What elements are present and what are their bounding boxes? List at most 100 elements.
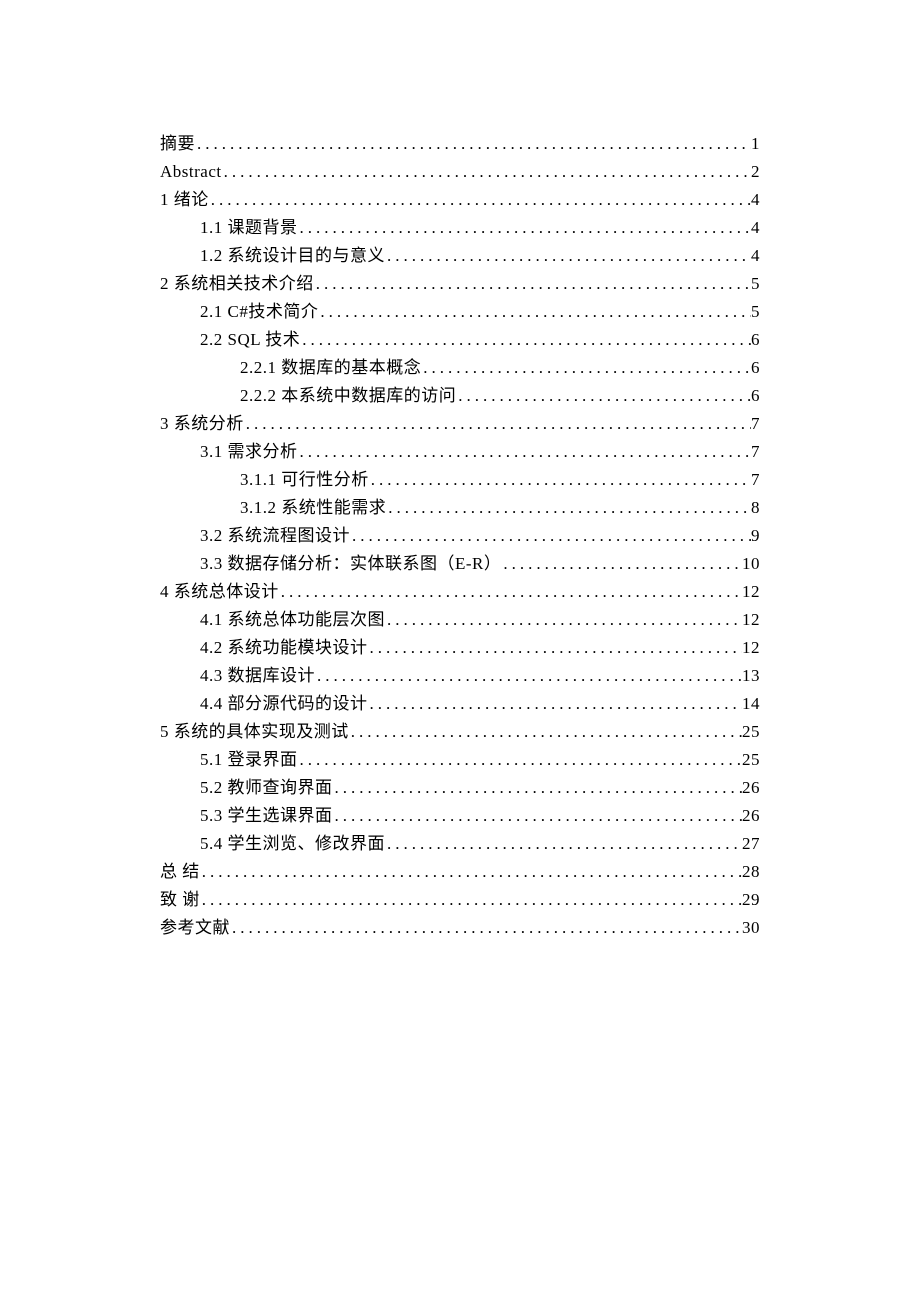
- toc-leader-dots: [195, 130, 751, 158]
- toc-entry-page: 2: [751, 158, 760, 186]
- toc-entry: 5.3 学生选课界面 26: [160, 802, 760, 830]
- toc-entry-page: 9: [751, 522, 760, 550]
- toc-entry-title: 致 谢: [160, 886, 200, 914]
- toc-entry-title: 3 系统分析: [160, 410, 244, 438]
- toc-leader-dots: [333, 802, 743, 830]
- toc-entry: 总 结 28: [160, 858, 760, 886]
- toc-entry-title: 4.4 部分源代码的设计: [200, 690, 368, 718]
- toc-entry-page: 1: [751, 130, 760, 158]
- toc-entry: 致 谢 29: [160, 886, 760, 914]
- toc-entry: 4.2 系统功能模块设计 12: [160, 634, 760, 662]
- toc-leader-dots: [279, 578, 742, 606]
- toc-entry: 4.4 部分源代码的设计 14: [160, 690, 760, 718]
- toc-leader-dots: [298, 214, 752, 242]
- toc-entry-title: 2.1 C#技术简介: [200, 298, 318, 326]
- toc-leader-dots: [244, 410, 751, 438]
- toc-entry-title: 3.1.2 系统性能需求: [240, 494, 386, 522]
- toc-entry-page: 10: [742, 550, 760, 578]
- toc-entry-title: 4.2 系统功能模块设计: [200, 634, 368, 662]
- toc-entry-title: 3.1 需求分析: [200, 438, 298, 466]
- toc-entry: 1.2 系统设计目的与意义 4: [160, 242, 760, 270]
- toc-entry-title: 5.3 学生选课界面: [200, 802, 333, 830]
- toc-entry-title: 5 系统的具体实现及测试: [160, 718, 349, 746]
- toc-entry-page: 7: [751, 410, 760, 438]
- toc-entry: 2.2.1 数据库的基本概念 6: [160, 354, 760, 382]
- toc-entry: 摘要 1: [160, 130, 760, 158]
- toc-entry-title: 1 绪论: [160, 186, 209, 214]
- toc-entry-page: 12: [742, 578, 760, 606]
- toc-entry: 2.2.2 本系统中数据库的访问 6: [160, 382, 760, 410]
- toc-entry-title: 1.2 系统设计目的与意义: [200, 242, 385, 270]
- toc-entry-page: 25: [742, 746, 760, 774]
- toc-entry: 4 系统总体设计 12: [160, 578, 760, 606]
- toc-leader-dots: [298, 746, 743, 774]
- toc-entry-page: 5: [751, 298, 760, 326]
- toc-entry-title: 3.1.1 可行性分析: [240, 466, 369, 494]
- toc-entry-page: 25: [742, 718, 760, 746]
- table-of-contents: 摘要 1 Abstract 2 1 绪论 4 1.1 课题背景 4 1.2 系统设计目的与意义 4…: [160, 130, 760, 942]
- toc-entry: 1.1 课题背景 4: [160, 214, 760, 242]
- toc-leader-dots: [385, 242, 751, 270]
- toc-leader-dots: [222, 158, 751, 186]
- toc-entry-title: 3.3 数据存储分析：实体联系图（E-R）: [200, 550, 501, 578]
- toc-entry-page: 12: [742, 606, 760, 634]
- toc-entry-title: 4.1 系统总体功能层次图: [200, 606, 385, 634]
- toc-leader-dots: [350, 522, 751, 550]
- toc-leader-dots: [300, 326, 751, 354]
- toc-entry-title: 摘要: [160, 130, 195, 158]
- toc-entry-page: 29: [742, 886, 760, 914]
- toc-entry: 3 系统分析 7: [160, 410, 760, 438]
- toc-entry: Abstract 2: [160, 158, 760, 186]
- toc-entry-page: 6: [751, 354, 760, 382]
- toc-leader-dots: [369, 466, 751, 494]
- toc-leader-dots: [501, 550, 742, 578]
- toc-entry-page: 13: [742, 662, 760, 690]
- toc-entry-title: Abstract: [160, 158, 222, 186]
- toc-leader-dots: [421, 354, 751, 382]
- toc-entry-page: 4: [751, 186, 760, 214]
- toc-entry-title: 4 系统总体设计: [160, 578, 279, 606]
- toc-leader-dots: [200, 886, 742, 914]
- toc-entry-title: 2.2 SQL 技术: [200, 326, 300, 354]
- toc-entry-page: 12: [742, 634, 760, 662]
- toc-entry-title: 参考文献: [160, 914, 230, 942]
- toc-entry-page: 30: [742, 914, 760, 942]
- toc-entry: 3.1 需求分析 7: [160, 438, 760, 466]
- toc-entry: 2 系统相关技术介绍 5: [160, 270, 760, 298]
- toc-entry-title: 5.1 登录界面: [200, 746, 298, 774]
- toc-entry-title: 2.2.1 数据库的基本概念: [240, 354, 421, 382]
- toc-leader-dots: [298, 438, 752, 466]
- toc-entry-title: 总 结: [160, 858, 200, 886]
- toc-entry: 5.4 学生浏览、修改界面27: [160, 830, 760, 858]
- toc-entry-page: 4: [751, 214, 760, 242]
- toc-entry: 5 系统的具体实现及测试 25: [160, 718, 760, 746]
- toc-leader-dots: [230, 914, 742, 942]
- toc-leader-dots: [456, 382, 751, 410]
- toc-entry-page: 6: [751, 382, 760, 410]
- toc-leader-dots: [318, 298, 751, 326]
- toc-entry: 3.3 数据存储分析：实体联系图（E-R） 10: [160, 550, 760, 578]
- toc-entry: 3.2 系统流程图设计 9: [160, 522, 760, 550]
- toc-entry-title: 4.3 数据库设计: [200, 662, 315, 690]
- toc-entry-title: 2.2.2 本系统中数据库的访问: [240, 382, 456, 410]
- toc-entry: 4.1 系统总体功能层次图 12: [160, 606, 760, 634]
- toc-entry-page: 7: [751, 438, 760, 466]
- toc-entry: 参考文献 30: [160, 914, 760, 942]
- toc-entry-page: 26: [742, 802, 760, 830]
- toc-entry-title: 3.2 系统流程图设计: [200, 522, 350, 550]
- toc-entry-page: 7: [751, 466, 760, 494]
- toc-entry-page: 6: [751, 326, 760, 354]
- toc-leader-dots: [333, 774, 743, 802]
- toc-leader-dots: [368, 690, 743, 718]
- toc-entry-title: 1.1 课题背景: [200, 214, 298, 242]
- toc-entry: 3.1.2 系统性能需求8: [160, 494, 760, 522]
- toc-entry-page: 5: [751, 270, 760, 298]
- toc-entry-page: 4: [751, 242, 760, 270]
- toc-leader-dots: [349, 718, 742, 746]
- toc-entry-page: 14: [742, 690, 760, 718]
- toc-entry: 4.3 数据库设计 13: [160, 662, 760, 690]
- toc-entry: 1 绪论 4: [160, 186, 760, 214]
- toc-entry-title: 2 系统相关技术介绍: [160, 270, 314, 298]
- toc-entry-page: 28: [742, 858, 760, 886]
- toc-leader-dots: [209, 186, 751, 214]
